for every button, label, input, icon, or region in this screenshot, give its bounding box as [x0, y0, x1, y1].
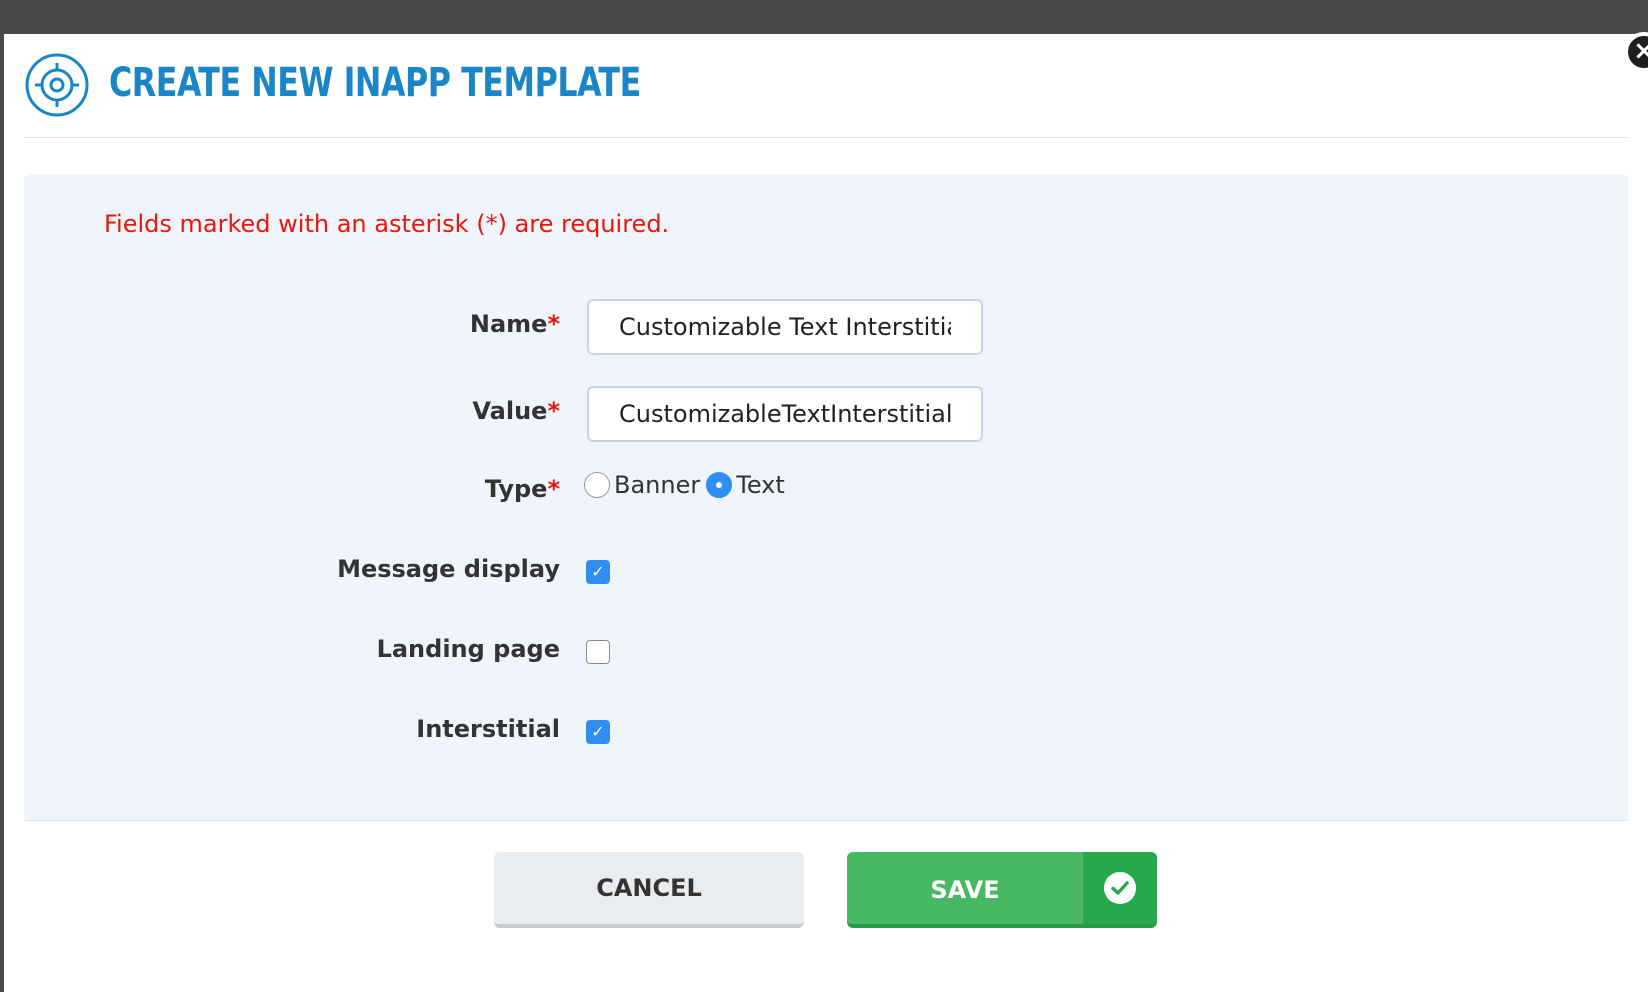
type-option-banner-label[interactable]: Banner: [614, 471, 700, 499]
save-button-label: SAVE: [930, 876, 1000, 904]
cancel-button[interactable]: CANCEL: [494, 852, 804, 928]
target-icon: [25, 53, 89, 117]
name-input[interactable]: [587, 299, 983, 355]
interstitial-label: Interstitial: [416, 715, 560, 743]
value-label: Value*: [472, 397, 560, 425]
name-label: Name*: [469, 310, 560, 338]
interstitial-checkbox[interactable]: ✓: [586, 720, 610, 744]
type-radio-text[interactable]: [706, 472, 733, 498]
required-fields-note: Fields marked with an asterisk (*) are r…: [104, 210, 670, 238]
footer-divider: [24, 820, 1628, 821]
landing-page-label: Landing page: [376, 635, 560, 663]
message-display-checkbox[interactable]: ✓: [586, 560, 610, 584]
create-template-dialog: × CREATE NEW INAPP TEMPLATE Fields marke…: [4, 32, 1648, 992]
type-option-text-label[interactable]: Text: [736, 471, 785, 499]
required-asterisk: *: [547, 475, 560, 503]
landing-page-checkbox[interactable]: [586, 640, 610, 664]
required-asterisk: *: [547, 310, 560, 338]
message-display-label: Message display: [337, 555, 560, 583]
type-radio-banner[interactable]: [584, 472, 610, 498]
header-divider: [24, 137, 1628, 138]
save-button[interactable]: SAVE: [847, 852, 1157, 928]
dialog-title: CREATE NEW INAPP TEMPLATE: [109, 60, 641, 106]
check-circle-icon: [1104, 872, 1136, 904]
type-label: Type*: [484, 475, 560, 503]
type-radio-group: Banner Text: [584, 465, 791, 505]
form-panel: Fields marked with an asterisk (*) are r…: [24, 174, 1628, 822]
dialog-header: CREATE NEW INAPP TEMPLATE: [24, 52, 1628, 118]
required-asterisk: *: [547, 397, 560, 425]
value-input[interactable]: [587, 386, 983, 442]
